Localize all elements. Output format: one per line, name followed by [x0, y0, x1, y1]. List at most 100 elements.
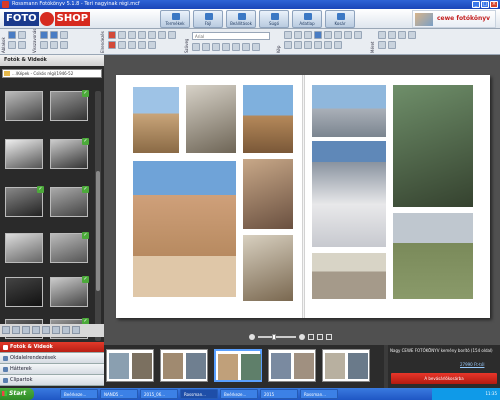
window-tool-button[interactable]: [18, 41, 26, 49]
photo-frame[interactable]: [243, 159, 293, 229]
image-tool-button[interactable]: [294, 41, 302, 49]
close-button[interactable]: ×: [490, 1, 498, 8]
size-tool-button[interactable]: [388, 41, 396, 49]
photo-frame[interactable]: [393, 213, 473, 299]
paste-button[interactable]: [50, 41, 58, 49]
nav-settings[interactable]: Beállítások: [226, 10, 256, 28]
spread-thumbnail[interactable]: [268, 349, 316, 382]
start-button[interactable]: Start: [0, 388, 34, 400]
taskbar-task[interactable]: 2015_06...: [140, 389, 178, 399]
preview-icon[interactable]: [326, 333, 332, 340]
cut-button[interactable]: [60, 31, 68, 39]
tab-photos-videos[interactable]: Fotók & Videók: [0, 342, 104, 353]
zoom-slider-knob[interactable]: [272, 333, 276, 340]
italic-button[interactable]: [202, 43, 210, 51]
align-center-button[interactable]: [232, 43, 240, 51]
zoom-icon[interactable]: [52, 326, 60, 334]
photo-frame[interactable]: [312, 141, 386, 247]
layout-tool-button[interactable]: [108, 41, 116, 49]
taskbar-task[interactable]: Beérkeze...: [220, 389, 258, 399]
window-tool-button[interactable]: [18, 31, 26, 39]
photo-thumbnail[interactable]: ✓: [50, 138, 89, 169]
photo-frame[interactable]: [133, 161, 236, 297]
zoom-slider[interactable]: [258, 333, 296, 340]
tab-backgrounds[interactable]: Hátterek: [0, 364, 104, 375]
image-tool-button[interactable]: [304, 41, 312, 49]
image-tool-button[interactable]: [314, 41, 322, 49]
folder-path-field[interactable]: ...\Képek - Csikós régi(1946-52: [2, 69, 102, 78]
nav-info[interactable]: Adatlap: [292, 10, 322, 28]
image-tool-button[interactable]: [344, 31, 352, 39]
tab-page-layouts[interactable]: Oldalelrendezések: [0, 353, 104, 364]
image-tool-button[interactable]: [324, 31, 332, 39]
image-tool-button[interactable]: [334, 31, 342, 39]
layout-tool-button[interactable]: [168, 31, 176, 39]
layout-tool-button[interactable]: [118, 41, 126, 49]
layout-tool-button[interactable]: [118, 31, 126, 39]
layout-tool-button[interactable]: [128, 41, 136, 49]
image-tool-button[interactable]: [284, 41, 292, 49]
size-tool-button[interactable]: [408, 31, 416, 39]
spread-thumbnail-selected[interactable]: [214, 349, 262, 382]
add-to-cart-button[interactable]: A bevásárlókosárba: [391, 373, 497, 384]
nav-cart[interactable]: Kosár: [325, 10, 355, 28]
size-tool-button[interactable]: [378, 31, 386, 39]
text-color-button[interactable]: [252, 43, 260, 51]
photo-frame[interactable]: [393, 85, 473, 207]
filter-icon[interactable]: [32, 326, 40, 334]
view-icon[interactable]: [22, 326, 30, 334]
delete-button[interactable]: [60, 41, 68, 49]
image-tool-button[interactable]: [334, 41, 342, 49]
photo-thumbnail[interactable]: [5, 233, 43, 263]
spread-thumbnail[interactable]: [160, 349, 208, 382]
photo-thumbnail[interactable]: ✓: [50, 90, 89, 121]
layout-tool-button[interactable]: [148, 41, 156, 49]
taskbar-task[interactable]: 2015: [260, 389, 298, 399]
photo-frame[interactable]: [312, 85, 386, 137]
bold-button[interactable]: [192, 43, 200, 51]
taskbar-task[interactable]: NAND5 ...: [100, 389, 138, 399]
photo-frame[interactable]: [312, 253, 386, 299]
fullscreen-icon[interactable]: [317, 333, 323, 340]
taskbar-task[interactable]: Rossman...: [300, 389, 338, 399]
layout-tool-button[interactable]: [138, 41, 146, 49]
layout-tool-button[interactable]: [158, 31, 166, 39]
window-tool-button[interactable]: [8, 31, 16, 39]
spread-thumbnail[interactable]: [322, 349, 370, 382]
fit-page-icon[interactable]: [308, 333, 314, 340]
font-select[interactable]: Arial: [192, 32, 270, 40]
image-tool-button[interactable]: [324, 41, 332, 49]
rotate-icon[interactable]: [42, 326, 50, 334]
minimize-button[interactable]: _: [472, 1, 480, 8]
align-left-button[interactable]: [222, 43, 230, 51]
product-price-link[interactable]: 27990 Ft-tól: [460, 362, 484, 367]
photo-thumbnail[interactable]: ✓: [50, 232, 89, 263]
maximize-button[interactable]: □: [481, 1, 489, 8]
nav-products[interactable]: Termékek: [160, 10, 190, 28]
undo-button[interactable]: [40, 31, 48, 39]
layout-tool-button[interactable]: [128, 31, 136, 39]
image-tool-button[interactable]: [354, 31, 362, 39]
scrollbar-thumb[interactable]: [96, 171, 100, 291]
photo-thumbnail[interactable]: [5, 139, 43, 169]
add-photos-icon[interactable]: [2, 326, 10, 334]
align-right-button[interactable]: [242, 43, 250, 51]
sort-icon[interactable]: [12, 326, 20, 334]
taskbar-task[interactable]: Beérkeze...: [60, 389, 98, 399]
copy-button[interactable]: [40, 41, 48, 49]
tab-cliparts[interactable]: Clipartok: [0, 375, 104, 386]
photo-frame[interactable]: [243, 235, 293, 301]
size-tool-button[interactable]: [378, 41, 386, 49]
layout-tool-button[interactable]: [138, 31, 146, 39]
photo-thumbnail[interactable]: ✓: [5, 186, 44, 217]
spread-thumbnail[interactable]: [106, 349, 154, 382]
photo-frame[interactable]: [186, 85, 236, 153]
size-tool-button[interactable]: [388, 31, 396, 39]
image-tool-button[interactable]: [284, 31, 292, 39]
photo-thumbnail[interactable]: [5, 277, 43, 307]
photo-thumbnail[interactable]: ✓: [50, 276, 89, 307]
thumbnail-scrollbar[interactable]: [95, 91, 101, 341]
photo-frame[interactable]: [133, 87, 179, 153]
nav-file[interactable]: Fájl: [193, 10, 223, 28]
photo-thumbnail[interactable]: ✓: [50, 186, 89, 217]
